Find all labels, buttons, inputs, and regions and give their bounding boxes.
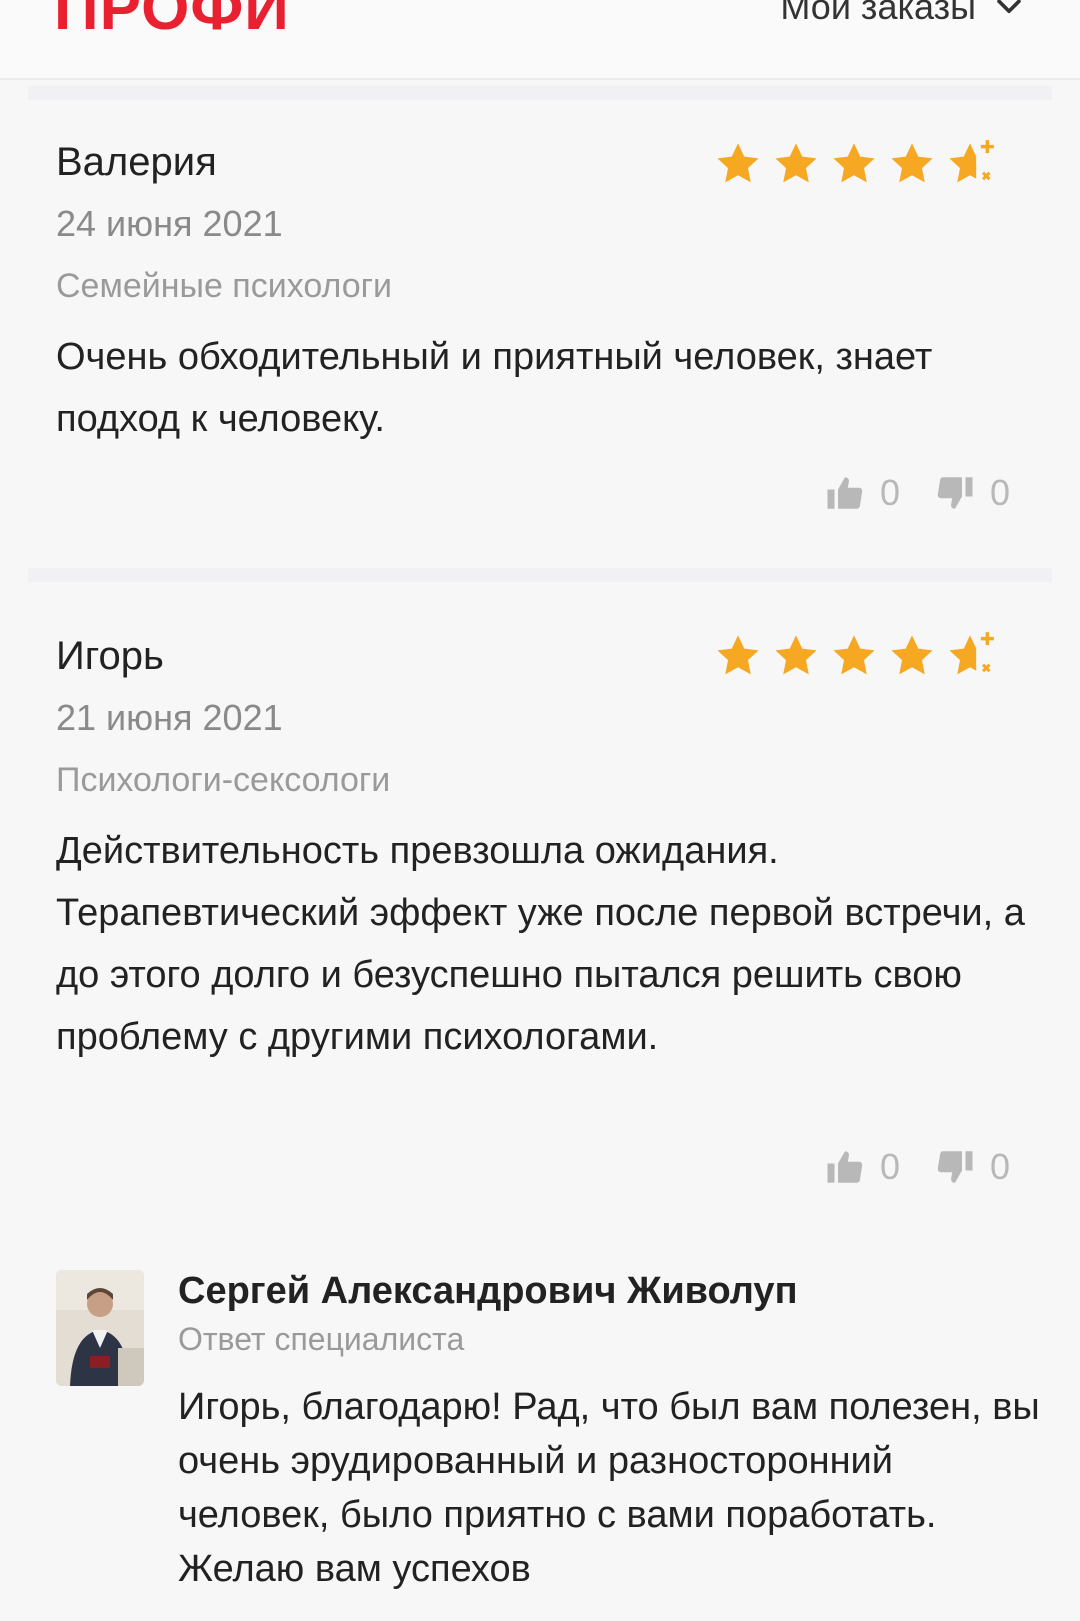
like-count: 0: [879, 1146, 900, 1187]
star-icon: [775, 143, 817, 183]
review-date: 21 июня 2021: [56, 697, 283, 738]
my-orders-label: Мои заказы: [780, 0, 976, 27]
like-count: 0: [879, 472, 900, 513]
review-rating-stars: [712, 138, 996, 190]
section-divider: [28, 568, 1052, 582]
top-header: ПРОФИ Мои заказы: [0, 0, 1080, 80]
review-date: 24 июня 2021: [56, 203, 283, 244]
review-text: Действительность превзошла ожидания. Тер…: [56, 830, 1025, 1058]
star-icon: [833, 635, 875, 675]
review-votes: 0 0: [824, 1146, 1010, 1188]
brand-logo[interactable]: ПРОФИ: [54, 0, 290, 40]
specialist-avatar[interactable]: [56, 1270, 144, 1386]
dislike-count: 0: [989, 1146, 1010, 1187]
chevron-down-icon: [997, 0, 1021, 14]
review-category: Психологи-сексологи: [56, 761, 391, 799]
thumbs-down-icon: [937, 1151, 973, 1183]
review-votes: 0 0: [824, 472, 1010, 514]
specialist-name[interactable]: Сергей Александрович Живолуп: [178, 1270, 1048, 1313]
star-icon: [833, 143, 875, 183]
dislike-button[interactable]: 0: [934, 1146, 1010, 1188]
star-icon: [891, 143, 933, 183]
thumbs-up-icon: [827, 1151, 863, 1183]
partial-star-sparkle-icon: [944, 632, 994, 682]
star-icon: [775, 635, 817, 675]
specialist-role: Ответ специалиста: [178, 1321, 465, 1357]
star-icon: [717, 143, 759, 183]
my-orders-dropdown[interactable]: Мои заказы: [780, 0, 1026, 28]
section-divider: [28, 86, 1052, 100]
star-icon: [891, 635, 933, 675]
review-rating-stars: [712, 630, 996, 682]
review-card: Игорь 21 июня 2021 Психологи-сексологи Д…: [56, 634, 1026, 1068]
thumbs-up-icon: [827, 477, 863, 509]
star-icon: [717, 635, 759, 675]
like-button[interactable]: 0: [824, 472, 900, 514]
review-text: Очень обходительный и приятный человек, …: [56, 336, 933, 440]
dislike-count: 0: [989, 472, 1010, 513]
reply-text: Игорь, благодарю! Рад, что был вам полез…: [178, 1386, 1040, 1590]
reply-body: Сергей Александрович Живолуп Ответ специ…: [178, 1270, 1048, 1596]
partial-star-sparkle-icon: [944, 140, 994, 190]
thumbs-down-icon: [937, 477, 973, 509]
review-category: Семейные психологи: [56, 267, 393, 305]
dislike-button[interactable]: 0: [934, 472, 1010, 514]
like-button[interactable]: 0: [824, 1146, 900, 1188]
avatar-photo-icon: [56, 1270, 144, 1386]
